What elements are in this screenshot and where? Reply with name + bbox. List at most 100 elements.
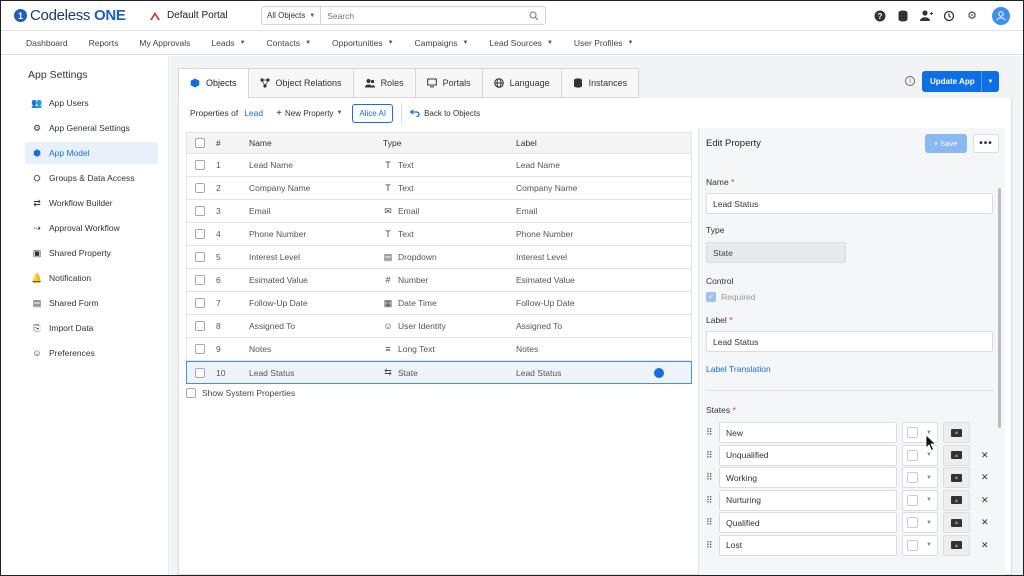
state-color-picker[interactable]: ▼ — [902, 534, 938, 556]
drag-handle-icon[interactable]: ⠿ — [706, 540, 714, 551]
show-system-properties[interactable]: Show System Properties — [186, 388, 295, 398]
alice-ai-button[interactable]: Alice AI — [352, 103, 394, 123]
state-color-picker[interactable]: ▼ — [902, 489, 938, 511]
nav-user-profiles[interactable]: User Profiles ▼ — [574, 38, 634, 48]
row-checkbox[interactable] — [195, 206, 205, 216]
search-input[interactable] — [327, 10, 508, 21]
nav-lead-sources[interactable]: Lead Sources ▼ — [489, 38, 552, 48]
name-input[interactable]: Lead Status — [706, 193, 993, 214]
nav-reports[interactable]: Reports — [89, 38, 119, 48]
sidebar-item-approval-workflow[interactable]: ⇢ Approval Workflow — [25, 217, 158, 239]
table-row[interactable]: 6 Esimated Value # Number Esimated Value — [186, 269, 692, 292]
drag-handle-icon[interactable]: ⠿ — [706, 450, 714, 461]
table-row[interactable]: 9 Notes ≡ Long Text Notes — [186, 338, 692, 361]
tab-instances[interactable]: Instances — [560, 68, 640, 98]
tab-objects[interactable]: Objects — [178, 68, 248, 98]
state-translation-button[interactable]: A — [943, 512, 970, 533]
tab-roles[interactable]: Roles — [352, 68, 415, 98]
nav-campaigns[interactable]: Campaigns ▼ — [415, 38, 469, 48]
delete-state-icon[interactable]: ✕ — [981, 517, 989, 528]
search-scope-select[interactable]: All Objects ▼ — [261, 6, 322, 25]
nav-leads[interactable]: Leads ▼ — [211, 38, 245, 48]
row-checkbox[interactable] — [195, 275, 205, 285]
sidebar-item-preferences[interactable]: ☺ Preferences — [25, 342, 158, 364]
row-checkbox[interactable] — [195, 229, 205, 239]
table-row[interactable]: 1 Lead Name T Text Lead Name — [186, 154, 692, 177]
delete-state-icon[interactable]: ✕ — [981, 495, 989, 506]
update-app-button[interactable]: Update App ▼ — [922, 71, 999, 92]
panel-scrollbar[interactable] — [998, 188, 1001, 428]
table-row[interactable]: 8 Assigned To ☺ User Identity Assigned To — [186, 315, 692, 338]
row-checkbox[interactable] — [195, 298, 205, 308]
sidebar-item-shared-property[interactable]: ▣ Shared Property — [25, 242, 158, 264]
drag-handle-icon[interactable]: ⠿ — [706, 517, 714, 528]
row-checkbox[interactable] — [195, 183, 205, 193]
show-system-checkbox[interactable] — [186, 388, 196, 398]
row-checkbox[interactable] — [195, 252, 205, 262]
tab-object-relations[interactable]: Object Relations — [247, 68, 353, 98]
nav-dashboard[interactable]: Dashboard — [26, 38, 68, 48]
col-header-type[interactable]: Type — [383, 138, 401, 148]
object-name-link[interactable]: Lead — [244, 108, 263, 118]
table-row[interactable]: 4 Phone Number T Text Phone Number — [186, 223, 692, 246]
sidebar-item-app-model[interactable]: ⬢ App Model — [25, 142, 158, 164]
more-options-button[interactable]: ••• — [973, 134, 999, 153]
new-property-button[interactable]: + New Property ▼ — [276, 108, 342, 119]
row-checkbox[interactable] — [195, 160, 205, 170]
chevron-down-icon[interactable]: ▼ — [981, 71, 999, 92]
label-input[interactable]: Lead Status — [706, 331, 993, 352]
back-to-objects-button[interactable]: Back to Objects — [410, 109, 480, 118]
database-icon[interactable] — [896, 9, 910, 23]
label-translation-link[interactable]: Label Translation — [706, 364, 771, 374]
delete-state-icon[interactable]: ✕ — [981, 472, 989, 483]
state-name-input[interactable]: Qualified — [719, 512, 897, 533]
row-checkbox[interactable] — [195, 344, 205, 354]
tab-portals[interactable]: Portals — [414, 68, 482, 98]
nav-my-approvals[interactable]: My Approvals — [139, 38, 190, 48]
row-checkbox[interactable] — [195, 321, 205, 331]
search-icon[interactable] — [529, 10, 539, 21]
col-header-name[interactable]: Name — [249, 138, 272, 148]
sidebar-item-import-data[interactable]: ⎘ Import Data — [25, 317, 158, 339]
state-name-input[interactable]: Lost — [719, 534, 897, 556]
drag-handle-icon[interactable]: ⠿ — [706, 427, 714, 438]
required-checkbox-row[interactable]: ✓ Required — [706, 292, 756, 302]
sidebar-item-app-users[interactable]: 👥 App Users — [25, 92, 158, 114]
state-name-input[interactable]: Unqualified — [719, 444, 897, 466]
state-color-picker[interactable]: ▼ — [902, 467, 938, 488]
sidebar-item-workflow-builder[interactable]: ⇄ Workflow Builder — [25, 192, 158, 214]
drag-handle-icon[interactable]: ⠿ — [706, 495, 714, 506]
gear-icon[interactable]: ⚙ — [965, 9, 979, 23]
nav-opportunities[interactable]: Opportunities ▼ — [332, 38, 394, 48]
state-name-input[interactable]: Nurturing — [719, 489, 897, 511]
state-translation-button[interactable]: A — [943, 534, 970, 556]
sidebar-item-notification[interactable]: 🔔 Notification — [25, 267, 158, 289]
col-header-label[interactable]: Label — [516, 138, 537, 148]
state-translation-button[interactable]: A — [943, 444, 970, 466]
app-logo[interactable]: 1 Codeless ONE — [14, 7, 149, 24]
state-color-picker[interactable]: ▼ — [902, 512, 938, 533]
table-row[interactable]: 5 Interest Level ▤ Dropdown Interest Level — [186, 246, 692, 269]
table-row[interactable]: 3 Email ✉ Email Email — [186, 200, 692, 223]
state-translation-button[interactable]: A — [943, 489, 970, 511]
history-icon[interactable] — [942, 9, 956, 23]
delete-state-icon[interactable]: ✕ — [981, 450, 989, 461]
row-checkbox[interactable] — [195, 367, 205, 378]
add-user-icon[interactable] — [919, 9, 933, 23]
nav-contacts[interactable]: Contacts ▼ — [267, 38, 312, 48]
delete-state-icon[interactable]: ✕ — [981, 540, 989, 551]
portal-selector[interactable]: Default Portal — [149, 10, 261, 22]
select-all-checkbox[interactable] — [195, 138, 205, 148]
sidebar-item-shared-form[interactable]: ▤ Shared Form — [25, 292, 158, 314]
save-button[interactable]: ▪ Save — [925, 134, 967, 153]
state-name-input[interactable]: New — [719, 422, 897, 443]
avatar[interactable] — [992, 6, 1010, 25]
table-row[interactable]: 10 Lead Status ⇆ State Lead Status — [186, 361, 692, 384]
drag-handle-icon[interactable]: ⠿ — [706, 472, 714, 483]
tab-language[interactable]: Language — [481, 68, 561, 98]
table-row[interactable]: 7 Follow-Up Date ▦ Date Time Follow-Up Date — [186, 292, 692, 315]
state-translation-button[interactable]: A — [943, 467, 970, 488]
help-icon[interactable]: ? — [873, 9, 887, 23]
state-translation-button[interactable]: A — [943, 422, 970, 443]
info-icon[interactable]: i — [905, 76, 915, 86]
